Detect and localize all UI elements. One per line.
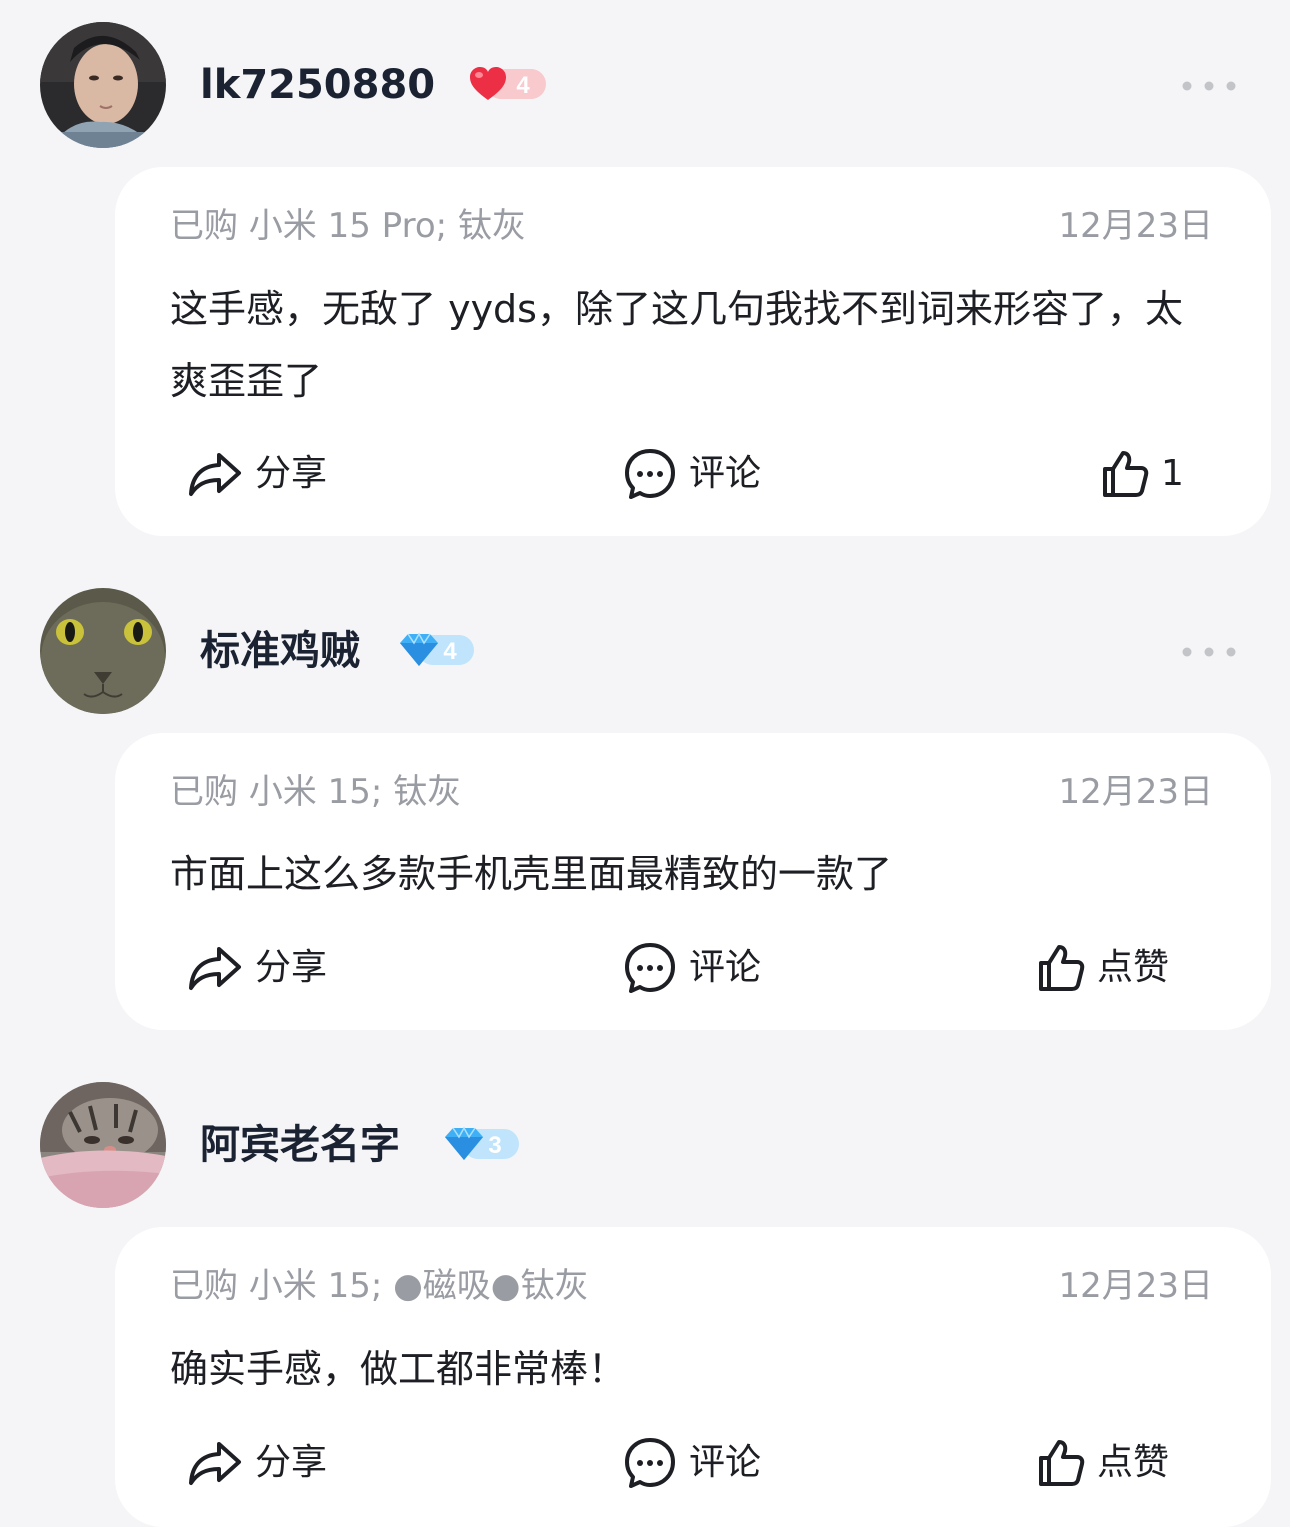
avatar[interactable] [40, 22, 166, 148]
review-date: 12月23日 [1058, 206, 1213, 246]
diamond-badge-icon: 3 [445, 1126, 519, 1160]
user-row: lk7250880 4 [40, 22, 1260, 148]
share-icon [189, 453, 241, 496]
level-badge: 4 [468, 64, 548, 104]
share-icon [189, 1442, 241, 1485]
purchase-info: 已购 小米 15; 钛灰 [170, 772, 462, 812]
comment-icon [625, 1438, 675, 1488]
share-icon [189, 947, 241, 990]
purchase-info: 已购 小米 15; ●磁吸●钛灰 [170, 1266, 589, 1306]
review-text: 市面上这么多款手机壳里面最精致的一款了 [170, 852, 893, 896]
review-text: 确实手感，做工都非常棒！ [170, 1347, 627, 1391]
comment-button[interactable]: 评论 [623, 444, 761, 504]
review-card: 已购 小米 15 Pro; 钛灰 12月23日 这手感，无敌了 yyds，除了这… [115, 167, 1271, 536]
more-button[interactable] [1170, 632, 1260, 672]
thumbs-up-icon [1039, 1440, 1085, 1486]
comment-icon [625, 449, 675, 499]
comment-label: 评论 [689, 947, 762, 988]
review-card: 已购 小米 15; ●磁吸●钛灰 12月23日 确实手感，做工都非常棒！ 分享 … [115, 1227, 1271, 1527]
more-icon [1182, 647, 1236, 657]
heart-badge-icon: 4 [470, 67, 546, 100]
comment-icon [625, 943, 675, 993]
comment-label: 评论 [689, 453, 762, 494]
share-label: 分享 [255, 1442, 328, 1483]
like-button[interactable]: 点赞 [1037, 1433, 1169, 1493]
avatar[interactable] [40, 588, 166, 714]
like-count: 1 [1161, 453, 1184, 494]
thumbs-up-icon [1103, 451, 1149, 497]
thumbs-up-icon [1039, 945, 1085, 991]
badge-level: 4 [443, 638, 457, 665]
more-icon [1182, 81, 1236, 91]
more-button[interactable] [1170, 66, 1260, 106]
review-card: 已购 小米 15; 钛灰 12月23日 市面上这么多款手机壳里面最精致的一款了 … [115, 733, 1271, 1030]
share-button[interactable]: 分享 [187, 938, 327, 998]
like-button[interactable]: 1 [1101, 444, 1184, 504]
share-button[interactable]: 分享 [187, 444, 327, 504]
user-row: 标准鸡贼 4 [40, 588, 1260, 714]
like-label: 点赞 [1097, 947, 1170, 988]
comment-label: 评论 [689, 1442, 762, 1483]
share-label: 分享 [255, 453, 328, 494]
share-label: 分享 [255, 947, 328, 988]
avatar[interactable] [40, 1082, 166, 1208]
comment-button[interactable]: 评论 [623, 1433, 761, 1493]
username[interactable]: 阿宾老名字 [200, 1082, 400, 1208]
like-button[interactable]: 点赞 [1037, 938, 1169, 998]
like-label: 点赞 [1097, 1442, 1170, 1483]
diamond-badge-icon: 4 [400, 632, 474, 666]
badge-level: 3 [488, 1132, 501, 1159]
user-row: 阿宾老名字 3 [40, 1082, 1260, 1208]
level-badge: 3 [443, 1124, 523, 1164]
level-badge: 4 [398, 630, 478, 670]
username[interactable]: lk7250880 [200, 22, 435, 148]
review-date: 12月23日 [1058, 1266, 1213, 1306]
badge-level: 4 [516, 72, 530, 99]
comment-button[interactable]: 评论 [623, 938, 761, 998]
review-text: 这手感，无敌了 yyds，除了这几句我找不到词来形容了，太爽歪歪了 [170, 287, 1183, 403]
share-button[interactable]: 分享 [187, 1433, 327, 1493]
review-date: 12月23日 [1058, 772, 1213, 812]
purchase-info: 已购 小米 15 Pro; 钛灰 [170, 206, 526, 246]
username[interactable]: 标准鸡贼 [200, 588, 360, 714]
